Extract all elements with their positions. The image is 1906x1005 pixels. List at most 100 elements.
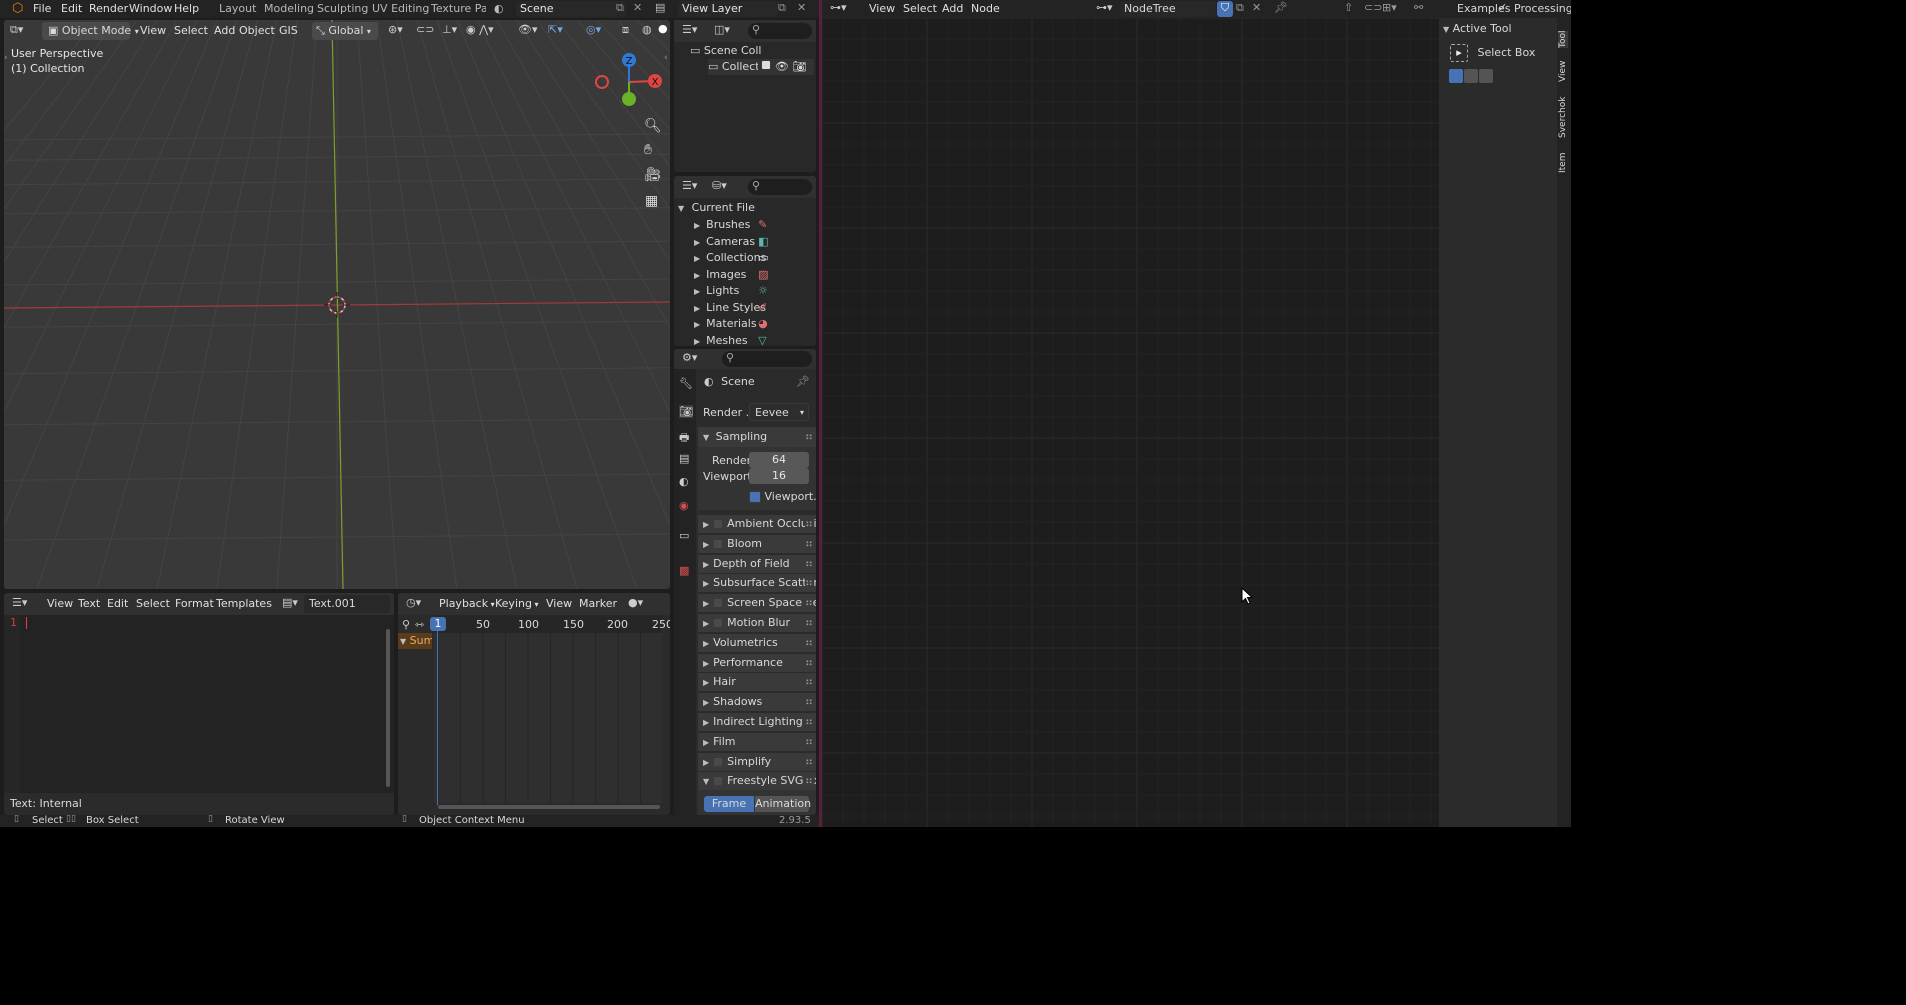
editor-type-icon[interactable]: ⧉▾ <box>10 23 23 37</box>
sidebar-toggle-arrow-icon[interactable]: ‹ <box>664 53 668 63</box>
exclude-checkbox[interactable] <box>761 60 772 70</box>
node-menu-node[interactable]: Node <box>968 0 1003 18</box>
menu-help[interactable]: Help <box>171 0 202 18</box>
tab-sculpting[interactable]: Sculpting <box>314 0 371 18</box>
blend-item-row[interactable]: ▶ Brushes ✎ <box>694 217 767 233</box>
tab-modeling[interactable]: Modeling <box>261 0 317 18</box>
output-tab-icon[interactable]: 🖶 <box>679 429 689 448</box>
render-samples-field[interactable]: 64 <box>749 452 809 468</box>
new-scene-icon[interactable]: ⧉ <box>616 1 624 15</box>
panel-enable-checkbox[interactable] <box>713 776 724 787</box>
camera-render-icon[interactable]: 📷︎ <box>792 60 806 73</box>
node-editor[interactable]: ⊶▾ View Select Add Node ⊶▾ NodeTree ⛉ ⧉ … <box>822 0 1906 827</box>
tab-tool[interactable]: Tool <box>1558 30 1568 48</box>
display-mode-icon[interactable]: ◫▾ <box>714 23 730 36</box>
property-panel-header[interactable]: ▶ Simplify ⠶ <box>698 752 816 771</box>
active-tool-header[interactable]: ▼ Active Tool <box>1443 20 1553 38</box>
new-view-layer-icon[interactable]: ⧉ <box>778 1 786 15</box>
text-scrollbar[interactable] <box>386 629 390 787</box>
viewport-menu-gis[interactable]: GIS <box>276 21 301 41</box>
view-layer-tab-icon[interactable]: ▤ <box>679 452 689 465</box>
drag-handle-icon[interactable]: ⠶ <box>804 772 813 791</box>
viewport-menu-view[interactable]: View <box>137 21 169 41</box>
outliner-search-input[interactable]: ⚲ <box>748 23 812 39</box>
property-panel-header[interactable]: ▶ Performance ⠶ <box>698 653 816 672</box>
viewport-menu-add[interactable]: Add <box>211 21 238 41</box>
eye-icon[interactable]: 👁 <box>775 60 789 73</box>
pin-icon[interactable]: 📌︎ <box>1274 1 1288 14</box>
ortho-grid-icon[interactable]: ▦ <box>645 193 658 209</box>
property-panel-header[interactable]: ▶ Shadows ⠶ <box>698 693 816 712</box>
snap-target-icon[interactable]: ⊥▾ <box>442 23 457 36</box>
wireframe-shading-icon[interactable]: ◍ <box>642 23 652 36</box>
tab-texture-paint[interactable]: Texture Paint <box>428 0 486 18</box>
current-frame-indicator[interactable]: 1 <box>430 617 446 631</box>
expand-triangle-icon[interactable]: ▶ <box>694 271 700 280</box>
property-panel-header[interactable]: ▶ Film ⠶ <box>698 732 816 751</box>
viewport-denoise-row[interactable]: Viewport... <box>749 490 816 503</box>
render-tab-icon[interactable]: 📷︎ <box>679 405 693 418</box>
property-panel-header[interactable]: ▶ Ambient Occlusion⠶ <box>698 515 816 533</box>
timeline-area[interactable] <box>434 615 662 803</box>
viewport-samples-field[interactable]: 16 <box>749 468 809 484</box>
menu-window[interactable]: Window <box>126 0 175 18</box>
drag-handle-icon[interactable]: ⠶ <box>804 752 813 771</box>
timeline-editor-icon[interactable]: ◷▾ <box>406 596 421 609</box>
drag-handle-icon[interactable]: ⠶ <box>804 673 813 692</box>
property-panel-header[interactable]: ▶ Volumetrics ⠶ <box>698 633 816 652</box>
blend-item-row[interactable]: ▶ Materials ◕ <box>694 316 768 332</box>
drag-handle-icon[interactable]: ⠶ <box>804 515 813 533</box>
navigation-gizmo[interactable]: Z X <box>589 50 669 120</box>
blend-item-row[interactable]: ▶ Meshes ▽ <box>694 333 767 347</box>
expand-triangle-icon[interactable]: ▶ <box>694 287 700 296</box>
unlink-tree-icon[interactable]: ✕ <box>1252 1 1261 14</box>
text-menu-edit[interactable]: Edit <box>104 594 131 614</box>
zoom-icon[interactable]: 🔍︎ <box>644 118 662 134</box>
select-new-mode-icon[interactable] <box>1449 69 1463 83</box>
drag-handle-icon[interactable]: ⠶ <box>804 693 813 712</box>
blend-item-row[interactable]: ▶ Lights ☼ <box>694 283 768 299</box>
blend-search-input[interactable]: ⚲ <box>748 179 812 195</box>
view-layer-selector[interactable]: View Layer <box>678 1 778 17</box>
current-file-row[interactable]: ▼ Current File <box>678 200 755 216</box>
scene-selector[interactable]: Scene <box>516 1 626 17</box>
panel-enable-checkbox[interactable] <box>713 598 724 609</box>
node-tree-type-icon[interactable]: ⊶▾ <box>1096 1 1113 14</box>
expand-triangle-icon[interactable]: ▶ <box>694 238 700 247</box>
text-menu-text[interactable]: Text <box>75 594 103 614</box>
node-tree-name-field[interactable]: NodeTree <box>1120 1 1216 17</box>
sampling-panel-header[interactable]: ▼ Sampling ⠶ <box>698 427 816 447</box>
expand-triangle-icon[interactable]: ▶ <box>694 254 700 263</box>
outliner-row-collection[interactable]: ▭ Collection 👁 📷︎ <box>708 59 814 75</box>
timeline-menu-marker[interactable]: Marker <box>576 594 620 614</box>
expand-triangle-icon[interactable]: ▼ <box>678 204 684 213</box>
sverchok-icon[interactable]: ⚯ <box>1414 1 1423 14</box>
snap-magnet-icon[interactable]: ⊂⊃ <box>1364 1 1382 14</box>
delete-view-layer-icon[interactable]: ✕ <box>797 1 806 14</box>
delete-scene-icon[interactable]: ✕ <box>633 1 642 14</box>
viewport-denoise-checkbox[interactable] <box>749 491 761 503</box>
property-panel-header[interactable]: ▶ Screen Space Reflections⠶ <box>698 594 816 613</box>
proportional-edit-icon[interactable]: ◉ ⋀▾ <box>466 23 494 36</box>
text-editor-type-icon[interactable]: ☰▾ <box>12 596 27 609</box>
scene-tab-icon[interactable]: ◐ <box>679 475 689 488</box>
drag-handle-icon[interactable]: ⠶ <box>804 653 813 672</box>
viewport-3d[interactable]: ⧉▾ ▣ Object Mode ▾ View Select Add Objec… <box>4 20 670 589</box>
text-menu-select[interactable]: Select <box>133 594 173 614</box>
select-box-tool[interactable]: ▸ Select Box <box>1450 43 1535 63</box>
blender-logo-icon[interactable]: ⬡ <box>12 1 23 16</box>
node-menu-select[interactable]: Select <box>900 0 940 18</box>
property-panel-header[interactable]: ▶ Bloom ⠶ <box>698 534 816 553</box>
tab-uv-editing[interactable]: UV Editing <box>369 0 432 18</box>
timeline-menu-keying[interactable]: Keying ▾ <box>492 594 542 614</box>
visibility-icon[interactable]: 👁▾ <box>518 23 538 36</box>
timeline-menu-playback[interactable]: Playback ▾ <box>436 594 498 614</box>
viewport-menu-select[interactable]: Select <box>171 21 211 41</box>
panel-enable-checkbox[interactable] <box>713 519 724 529</box>
drag-handle-icon[interactable]: ⠶ <box>804 594 813 613</box>
viewport-menu-object[interactable]: Object <box>236 21 278 41</box>
timeline-hscrollbar[interactable] <box>438 805 660 809</box>
animation-button[interactable]: Animation <box>755 796 811 812</box>
drag-handle-icon[interactable]: ⠶ <box>804 554 813 573</box>
tab-sverchok[interactable]: Sverchok <box>1558 97 1568 138</box>
